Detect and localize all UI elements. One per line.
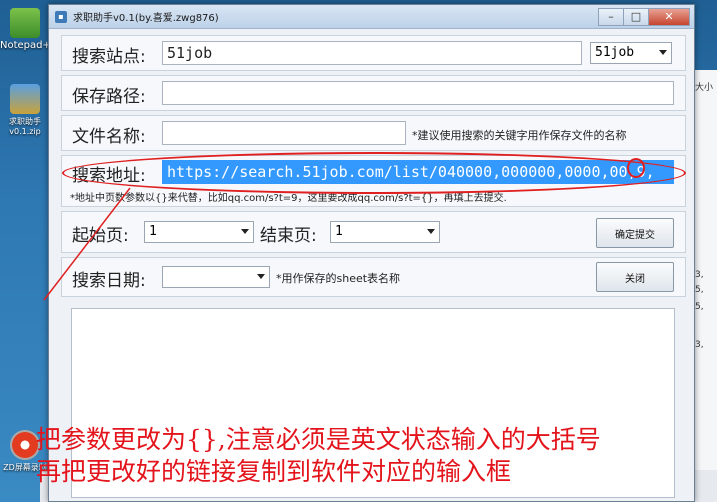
annotation-line-2: 再把更改好的链接复制到软件对应的输入框 — [36, 457, 512, 486]
annotation-line-1: 把参数更改为{},注意必须是英文状态输入的大括号 — [36, 425, 601, 454]
